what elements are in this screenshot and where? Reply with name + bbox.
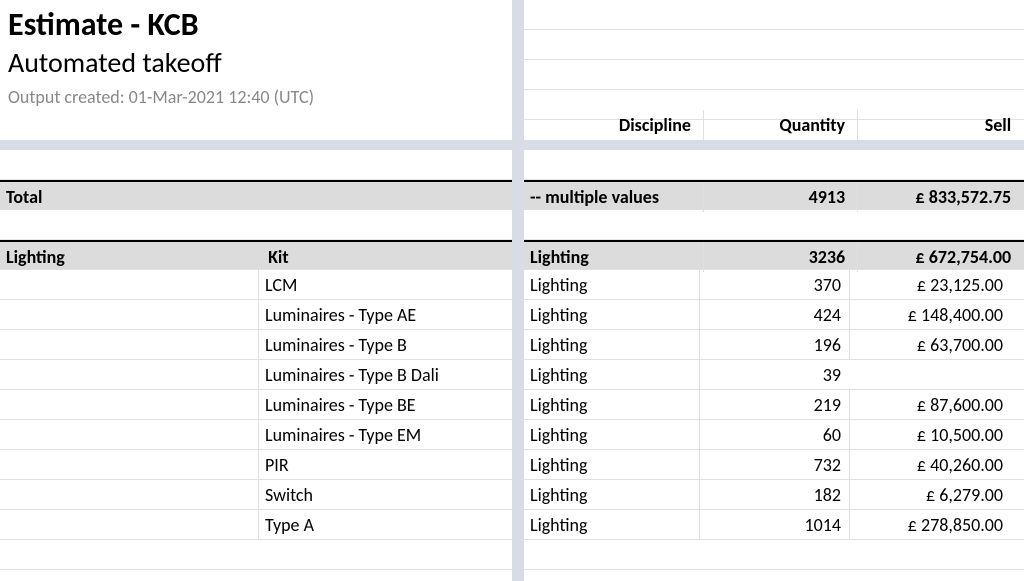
cell-discipline: Lighting	[524, 270, 699, 300]
table-row[interactable]: Lighting219£ 87,600.00	[524, 390, 1024, 420]
cell-sell: £ 6,279.00	[849, 480, 1011, 510]
table-row[interactable]: LCM	[0, 270, 512, 300]
cell-discipline: Lighting	[524, 420, 699, 450]
section-col-a: Lighting	[0, 242, 258, 272]
total-label: Total	[0, 182, 258, 212]
cell-discipline: Lighting	[524, 450, 699, 480]
blank-row[interactable]	[524, 60, 1024, 90]
cell-sell: £ 40,260.00	[849, 450, 1011, 480]
blank-row[interactable]	[0, 540, 512, 570]
cell-sell: £ 148,400.00	[849, 300, 1011, 330]
cell-discipline: Lighting	[524, 510, 699, 540]
table-row[interactable]: Luminaires - Type B Dali	[0, 360, 512, 390]
total-discipline: -- multiple values	[524, 182, 699, 212]
table-row[interactable]: Lighting182£ 6,279.00	[524, 480, 1024, 510]
blank-row[interactable]	[0, 210, 512, 240]
table-row[interactable]: Lighting424£ 148,400.00	[524, 300, 1024, 330]
blank-row[interactable]	[524, 540, 1024, 570]
cell-discipline: Lighting	[524, 360, 699, 390]
column-header-row[interactable]: Discipline Quantity Sell	[524, 110, 1024, 140]
cell-quantity: 39	[699, 360, 849, 390]
col-quantity: Quantity	[703, 110, 853, 140]
total-row-left[interactable]: Total	[0, 180, 512, 210]
cell-quantity: 370	[699, 270, 849, 300]
cell-discipline: Lighting	[524, 330, 699, 360]
table-row[interactable]: Type A	[0, 510, 512, 540]
blank-row[interactable]	[524, 570, 1024, 581]
cell-sell: £ 10,500.00	[849, 420, 1011, 450]
total-row-right[interactable]: -- multiple values 4913 £ 833,572.75	[524, 180, 1024, 210]
report-meta: Output created: 01-Mar-2021 12:40 (UTC)	[8, 86, 512, 108]
col-sell: Sell	[857, 110, 1019, 140]
table-row[interactable]: Lighting60£ 10,500.00	[524, 420, 1024, 450]
cell-quantity: 196	[699, 330, 849, 360]
cell-discipline: Lighting	[524, 390, 699, 420]
blank-row[interactable]	[524, 150, 1024, 180]
table-row[interactable]: Lighting196£ 63,700.00	[524, 330, 1024, 360]
cell-sell: £ 87,600.00	[849, 390, 1011, 420]
blank-row[interactable]	[524, 30, 1024, 60]
cell-kit: PIR	[258, 450, 506, 480]
section-discipline: Lighting	[524, 242, 699, 272]
cell-kit: Luminaires - Type BE	[258, 390, 506, 420]
table-row[interactable]: Lighting1014£ 278,850.00	[524, 510, 1024, 540]
blank-row[interactable]	[0, 150, 512, 180]
spreadsheet: Estimate - KCB Automated takeoff Output …	[0, 0, 1024, 581]
cell-kit: Switch	[258, 480, 506, 510]
cell-quantity: 182	[699, 480, 849, 510]
table-row[interactable]: Luminaires - Type AE	[0, 300, 512, 330]
cell-quantity: 732	[699, 450, 849, 480]
cell-sell: £ 63,700.00	[849, 330, 1011, 360]
report-subtitle: Automated takeoff	[8, 46, 512, 80]
table-row[interactable]: Switch	[0, 480, 512, 510]
cell-quantity: 424	[699, 300, 849, 330]
section-header-right[interactable]: Lighting 3236 £ 672,754.00	[524, 240, 1024, 270]
cell-kit: Luminaires - Type EM	[258, 420, 506, 450]
section-header-left[interactable]: Lighting Kit	[0, 240, 512, 270]
cell-kit: Type A	[258, 510, 506, 540]
blank-row[interactable]	[524, 210, 1024, 240]
report-title: Estimate - KCB	[8, 6, 512, 44]
table-row[interactable]: Lighting732£ 40,260.00	[524, 450, 1024, 480]
blank-row[interactable]	[524, 0, 1024, 30]
table-row[interactable]: Luminaires - Type EM	[0, 420, 512, 450]
total-sell: £ 833,572.75	[857, 182, 1019, 212]
section-col-b: Kit	[262, 242, 510, 272]
table-row[interactable]: PIR	[0, 450, 512, 480]
cell-sell: £ 278,850.00	[849, 510, 1011, 540]
total-quantity: 4913	[703, 182, 853, 212]
cell-kit: Luminaires - Type AE	[258, 300, 506, 330]
right-pane: Discipline Quantity Sell -- multiple val…	[524, 0, 1024, 581]
pane-divider-vertical	[512, 0, 524, 581]
cell-quantity: 219	[699, 390, 849, 420]
cell-discipline: Lighting	[524, 300, 699, 330]
table-row[interactable]: Lighting370£ 23,125.00	[524, 270, 1024, 300]
table-row[interactable]: Lighting39	[524, 360, 1024, 390]
cell-kit: Luminaires - Type B Dali	[258, 360, 506, 390]
left-pane: Estimate - KCB Automated takeoff Output …	[0, 0, 512, 581]
section-sell: £ 672,754.00	[857, 242, 1019, 272]
cell-kit: LCM	[258, 270, 506, 300]
cell-quantity: 60	[699, 420, 849, 450]
table-row[interactable]: Luminaires - Type B	[0, 330, 512, 360]
blank-row[interactable]	[0, 570, 512, 581]
cell-kit: Luminaires - Type B	[258, 330, 506, 360]
cell-sell: £ 23,125.00	[849, 270, 1011, 300]
cell-discipline: Lighting	[524, 480, 699, 510]
section-quantity: 3236	[703, 242, 853, 272]
report-header: Estimate - KCB Automated takeoff Output …	[8, 0, 512, 108]
col-discipline: Discipline	[524, 110, 699, 140]
cell-quantity: 1014	[699, 510, 849, 540]
table-row[interactable]: Luminaires - Type BE	[0, 390, 512, 420]
